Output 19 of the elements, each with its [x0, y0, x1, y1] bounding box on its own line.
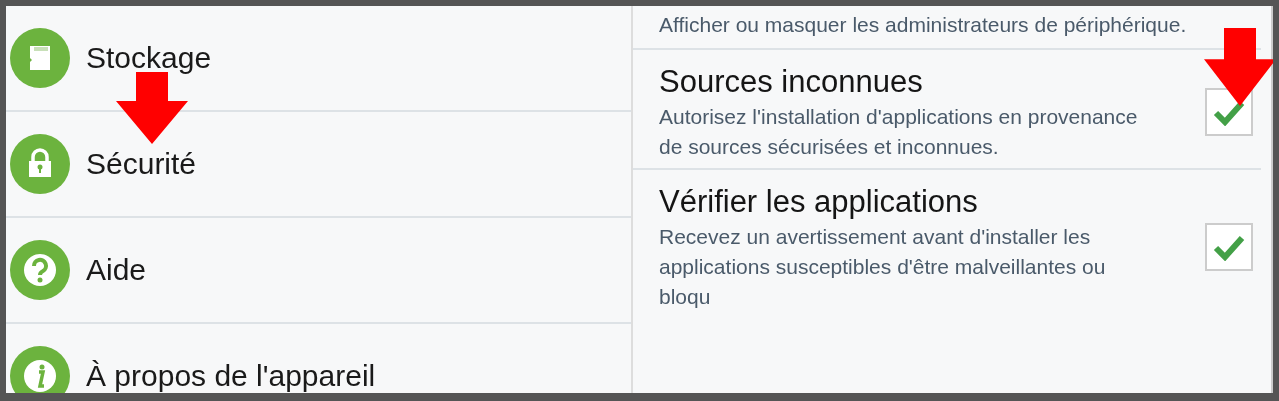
- sd-card-icon: [10, 28, 70, 88]
- setting-description: Recevez un avertissement avant d'installer les applications susceptibles d'être malveillantes ou bloqu: [659, 224, 1107, 310]
- arrow-icon: [1204, 28, 1273, 106]
- menu-label: Sécurité: [86, 147, 197, 181]
- setting-description: Afficher ou masquer les administrateurs de périphérique.: [659, 12, 1188, 38]
- menu-item[interactable]: Aide: [6, 218, 631, 324]
- menu-label: Aide: [86, 253, 147, 287]
- menu-label: Stockage: [86, 41, 212, 75]
- checkbox[interactable]: [1205, 223, 1253, 271]
- setting-title: Vérifier les applications: [659, 183, 979, 221]
- lock-icon: [10, 134, 70, 194]
- arrow-icon: [116, 72, 188, 144]
- info-icon: [10, 346, 70, 393]
- setting-description: Autorisez l'installation d'applications en provenance de sources sécurisées et inconnues.: [659, 104, 1139, 160]
- menu-label: À propos de l'appareil: [86, 359, 376, 393]
- menu-item[interactable]: À propos de l'appareil: [6, 324, 631, 393]
- help-icon: [10, 240, 70, 300]
- setting-title: Sources inconnues: [659, 63, 924, 101]
- checkmark-icon: [1213, 233, 1245, 261]
